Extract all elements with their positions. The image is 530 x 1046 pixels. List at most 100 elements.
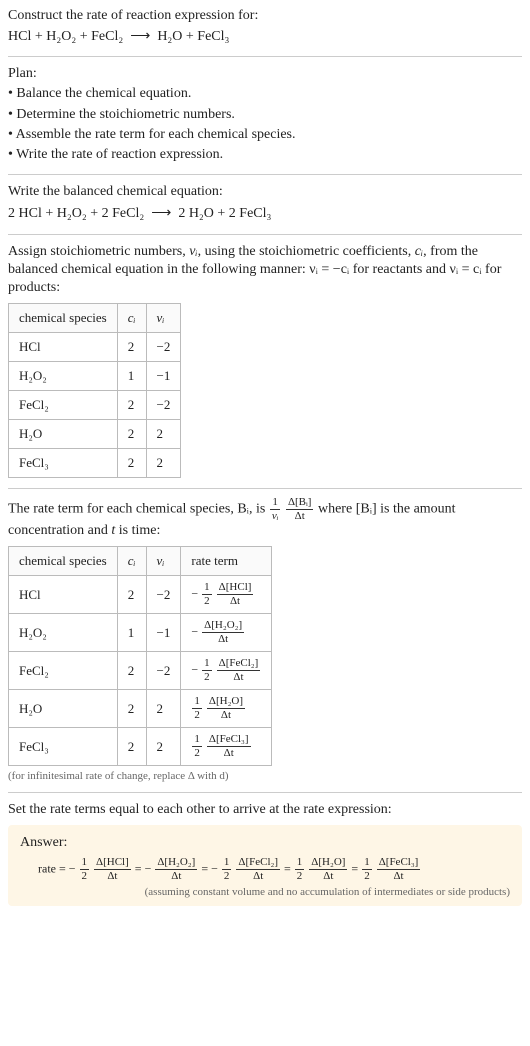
text: for reactants and xyxy=(349,262,449,277)
symbol-nu-i: νᵢ xyxy=(157,553,165,568)
cell-nu: −2 xyxy=(146,576,181,614)
table-row: H₂O 2 2 12 Δ[H₂O]Δt xyxy=(9,690,272,728)
symbol-nu-i: νᵢ xyxy=(272,510,279,522)
col-rate: rate term xyxy=(181,547,272,576)
denominator: 2 xyxy=(202,671,212,683)
numerator: 1 xyxy=(192,734,202,747)
answer-label: Answer: xyxy=(20,835,510,851)
header-section: Construct the rate of reaction expressio… xyxy=(8,8,522,46)
fraction: 1 νᵢ xyxy=(270,497,281,522)
numerator: 1 xyxy=(270,497,281,510)
numerator: Δ[H₂O₂] xyxy=(202,620,244,633)
denominator: Δt xyxy=(155,870,197,882)
denominator: Δt xyxy=(309,870,347,882)
symbol-c-i: cᵢ xyxy=(415,244,423,259)
rule: νᵢ = cᵢ xyxy=(450,262,482,277)
symbol-c-i: cᵢ xyxy=(128,553,136,568)
cell-nu: −1 xyxy=(146,614,181,652)
cell-nu: −1 xyxy=(146,362,181,391)
answer-box: Answer: rate = − 12 Δ[HCl]Δt = − Δ[H₂O₂]… xyxy=(8,825,522,906)
table-row: H₂O₂1−1 xyxy=(9,362,181,391)
numerator: Δ[HCl] xyxy=(94,857,131,870)
table-row: FeCl₂2−2 xyxy=(9,391,181,420)
symbol-b-i: Bᵢ xyxy=(237,502,249,517)
numerator: Δ[HCl] xyxy=(217,582,254,595)
cell-c: 2 xyxy=(117,391,146,420)
equals: = xyxy=(284,862,294,876)
col-nu: νᵢ xyxy=(146,304,181,333)
plan-item: • Assemble the rate term for each chemic… xyxy=(8,126,522,144)
balanced-section: Write the balanced chemical equation: 2 … xyxy=(8,183,522,223)
cell-nu: 2 xyxy=(146,728,181,766)
cell-species: H₂O xyxy=(9,690,118,728)
table-header-row: chemical species cᵢ νᵢ rate term xyxy=(9,547,272,576)
denominator: 2 xyxy=(192,747,202,759)
fraction: Δ[H₂O]Δt xyxy=(207,696,245,721)
denominator: Δt xyxy=(217,595,254,607)
rateterm-intro: The rate term for each chemical species,… xyxy=(8,497,522,540)
sign: − xyxy=(145,862,152,876)
page-title: Construct the rate of reaction expressio… xyxy=(8,8,522,24)
denominator: Δt xyxy=(286,510,314,522)
col-c: cᵢ xyxy=(117,304,146,333)
fraction: 12 xyxy=(80,857,90,882)
cell-c: 1 xyxy=(117,362,146,391)
equals: = xyxy=(135,862,145,876)
stoich-intro: Assign stoichiometric numbers, νᵢ, using… xyxy=(8,243,522,298)
final-intro: Set the rate terms equal to each other t… xyxy=(8,801,522,819)
text: Assign stoichiometric numbers, xyxy=(8,244,189,259)
cell-c: 2 xyxy=(117,728,146,766)
cell-c: 2 xyxy=(117,333,146,362)
fraction: Δ[Bᵢ] Δt xyxy=(286,497,314,522)
denominator: 2 xyxy=(202,595,212,607)
plan-section: Plan: • Balance the chemical equation. •… xyxy=(8,65,522,164)
fraction: Δ[FeCl₃]Δt xyxy=(207,734,251,759)
cell-nu: 2 xyxy=(146,690,181,728)
sign: − xyxy=(69,862,76,876)
denominator: 2 xyxy=(192,709,202,721)
balanced-label: Write the balanced chemical equation: xyxy=(8,183,522,201)
cell-species: HCl xyxy=(9,333,118,362)
numerator: 1 xyxy=(222,857,232,870)
col-c: cᵢ xyxy=(117,547,146,576)
cell-rate: − 12 Δ[FeCl₂]Δt xyxy=(181,652,272,690)
sign: − xyxy=(191,663,198,677)
denominator: 2 xyxy=(295,870,305,882)
symbol-nu-i: νᵢ xyxy=(157,310,165,325)
denominator: νᵢ xyxy=(270,510,281,522)
fraction: Δ[HCl]Δt xyxy=(217,582,254,607)
col-species: chemical species xyxy=(9,547,118,576)
numerator: Δ[H₂O] xyxy=(207,696,245,709)
cell-species: FeCl₂ xyxy=(9,391,118,420)
divider xyxy=(8,234,522,235)
cell-rate: 12 Δ[H₂O]Δt xyxy=(181,690,272,728)
cell-rate: − 12 Δ[HCl]Δt xyxy=(181,576,272,614)
cell-nu: −2 xyxy=(146,652,181,690)
arrow-icon: ⟶ xyxy=(151,204,171,220)
divider xyxy=(8,56,522,57)
numerator: Δ[FeCl₃] xyxy=(377,857,421,870)
plan-item: • Balance the chemical equation. xyxy=(8,85,522,103)
numerator: Δ[Bᵢ] xyxy=(286,497,314,510)
denominator: 2 xyxy=(362,870,372,882)
text: , using the stoichiometric coefficients, xyxy=(198,244,415,259)
fraction: Δ[HCl]Δt xyxy=(94,857,131,882)
table-row: HCl2−2 xyxy=(9,333,181,362)
numerator: 1 xyxy=(295,857,305,870)
cell-nu: 2 xyxy=(146,420,181,449)
arrow-icon: ⟶ xyxy=(130,27,150,43)
unbalanced-equation: HCl + H₂O₂ + FeCl₂ ⟶ H₂O + FeCl₃ xyxy=(8,26,522,46)
col-species: chemical species xyxy=(9,304,118,333)
denominator: Δt xyxy=(207,747,251,759)
cell-c: 2 xyxy=(117,690,146,728)
denominator: Δt xyxy=(94,870,131,882)
numerator: 1 xyxy=(202,582,212,595)
numerator: 1 xyxy=(192,696,202,709)
rateterm-table: chemical species cᵢ νᵢ rate term HCl 2 −… xyxy=(8,546,272,766)
table-row: FeCl₂ 2 −2 − 12 Δ[FeCl₂]Δt xyxy=(9,652,272,690)
rule: νᵢ = −cᵢ xyxy=(309,262,349,277)
denominator: Δt xyxy=(236,870,280,882)
text: where xyxy=(318,502,356,517)
cell-nu: −2 xyxy=(146,391,181,420)
divider xyxy=(8,792,522,793)
